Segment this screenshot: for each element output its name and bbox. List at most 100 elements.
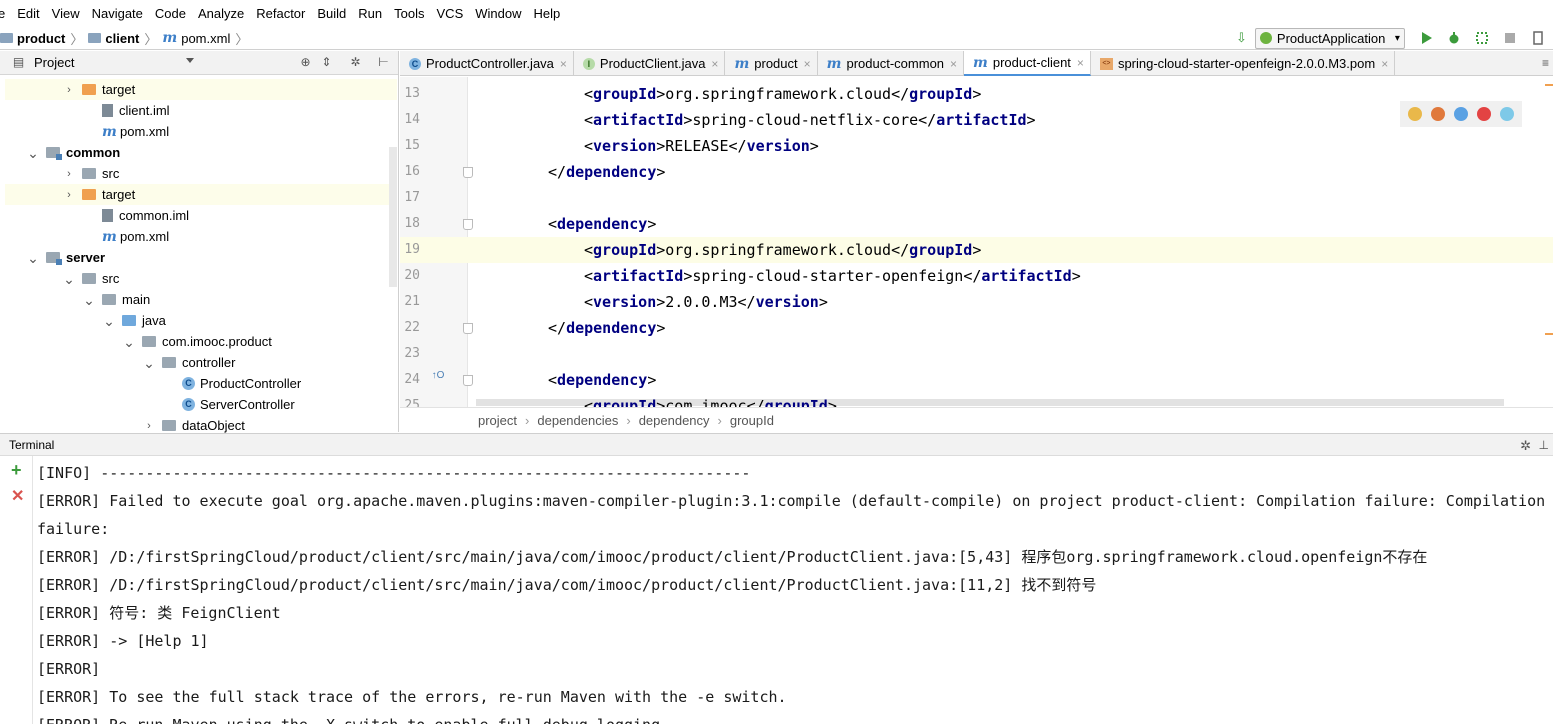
menu-item-view[interactable]: View	[52, 6, 80, 21]
chevron-down-icon[interactable]: ⌄	[27, 146, 39, 160]
menu-item-navigate[interactable]: Navigate	[92, 6, 143, 21]
breadcrumb-item-client[interactable]: client	[88, 31, 139, 46]
terminal-output[interactable]: [INFO] ---------------------------------…	[37, 459, 1553, 724]
menu-item-analyze[interactable]: Analyze	[198, 6, 244, 21]
opera-icon[interactable]	[1476, 107, 1491, 121]
run-configuration-select[interactable]: ProductApplication ▾	[1254, 27, 1405, 49]
new-session-icon[interactable]: +	[11, 460, 22, 481]
chevron-down-icon[interactable]	[186, 58, 194, 63]
chevron-down-icon[interactable]: ⌄	[63, 272, 75, 286]
locate-icon[interactable]: ⊕	[299, 56, 312, 69]
project-panel-title[interactable]: Project	[34, 55, 74, 70]
chevron-right-icon[interactable]: ›	[143, 420, 155, 432]
menu-item-e[interactable]: e	[0, 6, 5, 21]
chevron-down-icon[interactable]: ⌄	[103, 314, 115, 328]
chevron-down-icon[interactable]: ⌄	[27, 251, 39, 265]
build-icon[interactable]: ⇩	[1236, 30, 1247, 46]
close-icon[interactable]: ✕	[11, 486, 24, 506]
chevron-down-icon[interactable]: ⌄	[123, 335, 135, 349]
editor-breadcrumb-item[interactable]: dependency	[639, 413, 710, 428]
fold-marker-icon[interactable]	[463, 167, 473, 178]
close-icon[interactable]: ×	[560, 57, 567, 71]
close-icon[interactable]: ×	[1077, 56, 1084, 70]
fold-marker-icon[interactable]	[463, 375, 473, 386]
breadcrumb-item-pom[interactable]: m pom.xml	[162, 30, 230, 46]
close-icon[interactable]: ×	[711, 57, 718, 71]
tree-item[interactable]: ⌄ src	[5, 268, 397, 289]
tree-item[interactable]: ›mpom.xml	[5, 121, 397, 142]
terminal-line: [ERROR] Failed to execute goal org.apach…	[37, 492, 1546, 510]
chevron-right-icon[interactable]: ›	[63, 84, 75, 96]
safari-icon[interactable]	[1453, 107, 1468, 121]
tab-product-common[interactable]: m product-common ×	[818, 51, 965, 76]
menu-item-code[interactable]: Code	[155, 6, 186, 21]
class-icon: C	[409, 57, 421, 70]
tree-item[interactable]: ⌄ com.imooc.product	[5, 331, 397, 352]
tab-list-icon[interactable]: ≡	[1542, 56, 1549, 70]
close-icon[interactable]: ×	[1381, 57, 1388, 71]
menu-item-window[interactable]: Window	[475, 6, 521, 21]
stop-icon[interactable]	[1503, 31, 1517, 45]
tree-item[interactable]: ›CServerController	[5, 394, 397, 415]
editor-breadcrumb-item[interactable]: project	[478, 413, 517, 428]
close-icon[interactable]: ×	[950, 57, 957, 71]
line-number: 24	[404, 372, 420, 387]
xml-file-icon: <>	[1099, 57, 1113, 70]
tab-spring-cloud-starter-openfeign-2-0-0-m3-pom[interactable]: <> spring-cloud-starter-openfeign-2.0.0.M…	[1091, 51, 1396, 76]
ie-icon[interactable]	[1499, 107, 1514, 121]
tab-productcontroller-java[interactable]: C ProductController.java ×	[400, 51, 574, 76]
warning-marker[interactable]	[1545, 84, 1553, 86]
chevron-right-icon[interactable]: ›	[63, 168, 75, 180]
implements-gutter-icon[interactable]: ↑O	[431, 371, 445, 389]
chrome-icon[interactable]	[1408, 107, 1423, 121]
tree-item[interactable]: › target	[5, 184, 397, 205]
debug-icon[interactable]	[1447, 31, 1461, 45]
vertical-scrollbar[interactable]	[389, 147, 397, 287]
tree-item[interactable]: ⌄ common	[5, 142, 397, 163]
menu-item-edit[interactable]: Edit	[17, 6, 39, 21]
line-number: 25	[404, 398, 420, 407]
tree-item[interactable]: ›common.iml	[5, 205, 397, 226]
menu-item-run[interactable]: Run	[358, 6, 382, 21]
tree-item[interactable]: ⌄ java	[5, 310, 397, 331]
chevron-down-icon[interactable]: ⌄	[83, 293, 95, 307]
terminal-title[interactable]: Terminal	[9, 438, 54, 452]
tree-item[interactable]: ⌄ controller	[5, 352, 397, 373]
tree-item[interactable]: ›client.iml	[5, 100, 397, 121]
chevron-down-icon[interactable]: ⌄	[143, 356, 155, 370]
tab-productclient-java[interactable]: I ProductClient.java ×	[574, 51, 726, 76]
editor-breadcrumb-item[interactable]: dependencies	[537, 413, 618, 428]
gear-icon[interactable]: ✲	[1520, 438, 1531, 454]
close-icon[interactable]: ×	[804, 57, 811, 71]
menu-item-tools[interactable]: Tools	[394, 6, 424, 21]
coverage-icon[interactable]	[1475, 31, 1489, 45]
breadcrumb-item-product[interactable]: product	[0, 31, 65, 46]
menu-item-build[interactable]: Build	[317, 6, 346, 21]
device-icon[interactable]	[1531, 31, 1545, 45]
collapse-all-icon[interactable]: ⇕	[320, 56, 333, 69]
menu-item-vcs[interactable]: VCS	[437, 6, 464, 21]
gear-icon[interactable]: ✲	[349, 56, 362, 69]
hide-icon[interactable]: ⊢	[377, 56, 390, 69]
tree-item[interactable]: › target	[5, 79, 397, 100]
fold-marker-icon[interactable]	[463, 323, 473, 334]
tree-item[interactable]: ⌄ main	[5, 289, 397, 310]
warning-marker[interactable]	[1545, 333, 1553, 335]
tree-item[interactable]: › src	[5, 163, 397, 184]
code-editor[interactable]: 13 <groupId>org.springframework.cloud</gr…	[400, 77, 1553, 407]
tab-product[interactable]: m product ×	[725, 51, 818, 76]
tree-item-label: main	[122, 292, 151, 307]
editor-breadcrumb-item[interactable]: groupId	[730, 413, 774, 428]
tree-item[interactable]: ›CProductController	[5, 373, 397, 394]
menu-item-help[interactable]: Help	[534, 6, 561, 21]
tab-label: ProductClient.java	[599, 56, 706, 71]
tree-item[interactable]: ⌄ server	[5, 247, 397, 268]
fold-marker-icon[interactable]	[463, 219, 473, 230]
run-icon[interactable]	[1419, 31, 1433, 45]
hide-icon[interactable]: ⊥	[1539, 438, 1549, 452]
tree-item[interactable]: ›mpom.xml	[5, 226, 397, 247]
chevron-right-icon[interactable]: ›	[63, 189, 75, 201]
tab-product-client[interactable]: m product-client ×	[964, 51, 1091, 76]
firefox-icon[interactable]	[1431, 107, 1446, 121]
menu-item-refactor[interactable]: Refactor	[256, 6, 305, 21]
